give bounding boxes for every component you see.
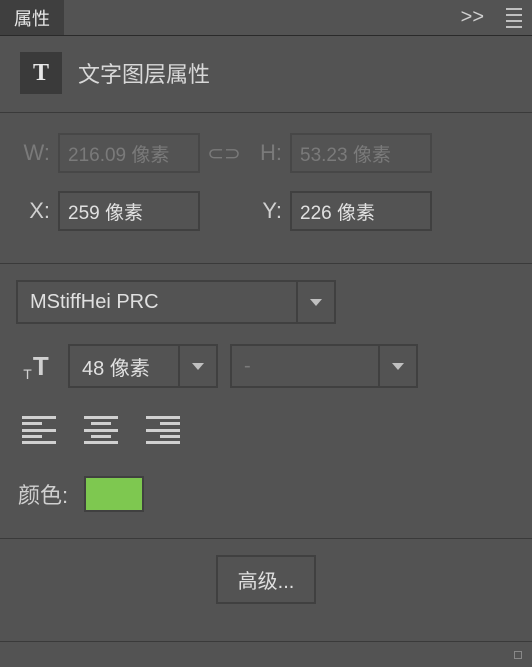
panel-tab-bar: 属性 >> <box>0 0 532 36</box>
chevron-down-icon <box>392 363 404 370</box>
panel-menu-button[interactable] <box>496 0 532 35</box>
align-right-button[interactable] <box>146 416 180 444</box>
font-size-value[interactable]: 48 像素 <box>68 344 178 388</box>
section-header: T 文字图层属性 <box>0 36 532 112</box>
font-family-dropdown-button[interactable] <box>296 280 336 324</box>
collapse-panel-button[interactable]: >> <box>449 0 496 35</box>
font-family-select[interactable]: MStiffHei PRC <box>16 280 336 324</box>
color-label: 颜色: <box>18 478 68 510</box>
link-dimensions-icon[interactable]: ⊂⊃ <box>200 141 248 166</box>
section-title: 文字图层属性 <box>78 57 210 89</box>
align-left-button[interactable] <box>22 416 56 444</box>
x-label: X: <box>16 198 58 224</box>
font-size-select[interactable]: 48 像素 <box>68 344 218 388</box>
font-size-dropdown-button[interactable] <box>178 344 218 388</box>
color-swatch[interactable] <box>84 476 144 512</box>
transform-block: W: ⊂⊃ H: X: Y: <box>0 113 532 263</box>
height-input <box>290 133 432 173</box>
type-layer-icon: T <box>20 52 62 94</box>
font-size-icon: TT <box>16 351 56 382</box>
advanced-button[interactable]: 高级... <box>216 555 317 604</box>
panel-footer <box>0 641 532 667</box>
alignment-group <box>16 416 516 468</box>
chevron-down-icon <box>192 363 204 370</box>
font-style-dropdown-button[interactable] <box>378 344 418 388</box>
y-input[interactable] <box>290 191 432 231</box>
height-label: H: <box>248 140 290 166</box>
width-label: W: <box>16 140 58 166</box>
x-input[interactable] <box>58 191 200 231</box>
chevron-down-icon <box>310 299 322 306</box>
font-style-select[interactable]: - <box>230 344 418 388</box>
font-style-value[interactable]: - <box>230 344 378 388</box>
character-block: MStiffHei PRC TT 48 像素 - <box>0 264 532 538</box>
align-center-button[interactable] <box>84 416 118 444</box>
y-label: Y: <box>248 198 290 224</box>
width-input <box>58 133 200 173</box>
properties-tab[interactable]: 属性 <box>0 0 64 35</box>
footer-icon[interactable] <box>514 651 522 659</box>
font-family-value[interactable]: MStiffHei PRC <box>16 280 296 324</box>
hamburger-icon <box>506 8 522 28</box>
